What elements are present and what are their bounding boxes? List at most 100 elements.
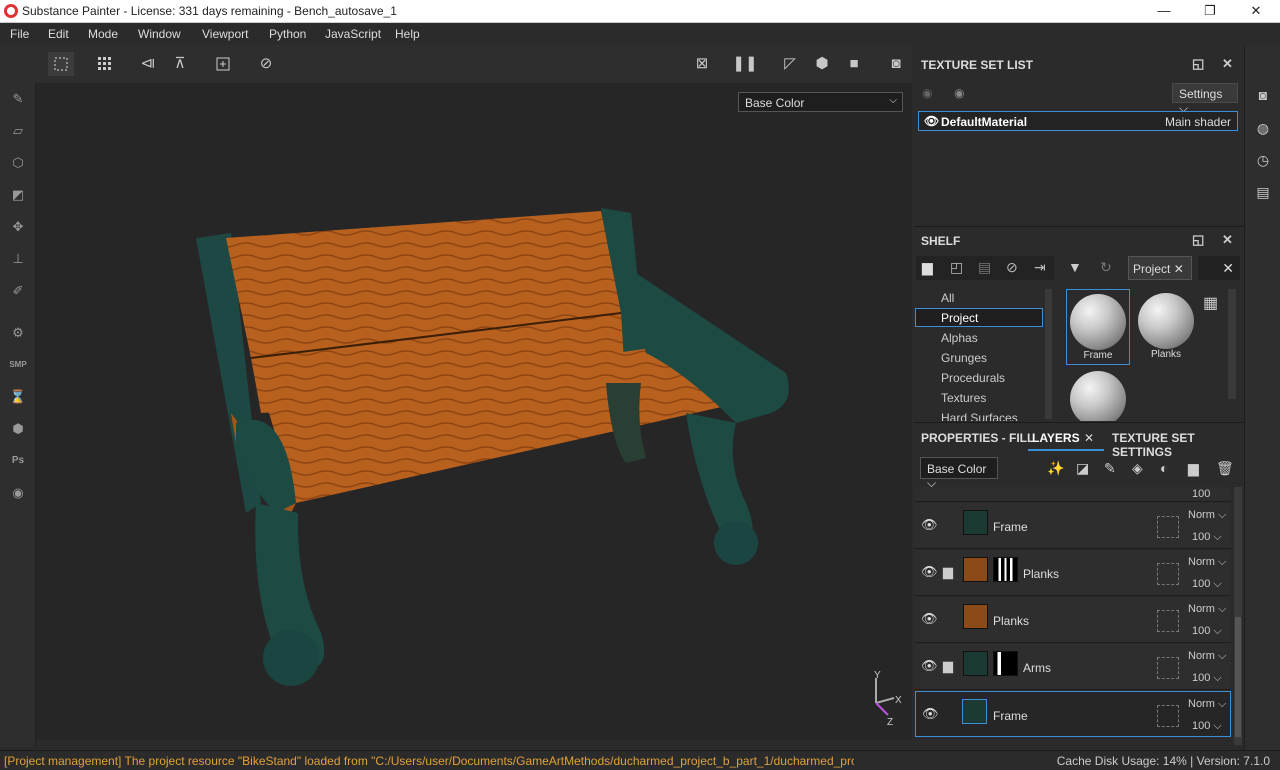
layer-name[interactable]: Planks <box>1023 567 1059 581</box>
history-icon[interactable]: ◷ <box>1254 152 1272 170</box>
layer-row[interactable]: 👁 Frame Norm ⌵ 100 ⌵ <box>915 503 1231 549</box>
mask-slot[interactable] <box>1157 610 1179 632</box>
tab-layers[interactable]: LAYERS <box>1032 431 1080 445</box>
visibility-eye-icon[interactable]: 👁 <box>921 517 938 533</box>
grid-view-icon[interactable]: ▦ <box>1203 293 1218 313</box>
search-input[interactable]: ✕ <box>1198 256 1240 280</box>
blend-mode[interactable]: Norm ⌵ <box>1188 509 1226 522</box>
tab-properties-fill[interactable]: PROPERTIES - FILL <box>921 431 1034 445</box>
visibility-eye-icon[interactable]: 👁 <box>921 658 938 674</box>
menu-viewport[interactable]: Viewport <box>202 27 248 41</box>
filter-icon[interactable]: ▼ <box>1068 259 1082 275</box>
add-effect-icon[interactable]: ✨ <box>1047 460 1064 477</box>
settings-dropdown[interactable]: Settings ⌵ <box>1172 83 1238 115</box>
layer-name[interactable]: Frame <box>993 520 1028 534</box>
category-alphas[interactable]: Alphas <box>941 331 978 345</box>
category-project[interactable]: Project <box>941 311 978 325</box>
screenshot-icon[interactable]: ◙ <box>883 52 909 76</box>
new-item-icon[interactable]: ◰ <box>950 259 963 276</box>
smudge-icon[interactable]: ✥ <box>7 216 29 238</box>
layers-scrollbar[interactable] <box>1234 487 1242 745</box>
delete-layer-icon[interactable]: 🗑 <box>1216 460 1234 477</box>
add-smart-material-icon[interactable]: ◐ <box>1160 460 1168 476</box>
layer-opacity[interactable]: 100 ⌵ <box>1192 578 1222 591</box>
scrollbar-thumb[interactable] <box>1235 617 1241 737</box>
layer-row[interactable]: 👁 ▆ Planks Norm ⌵ 100 ⌵ <box>915 550 1231 596</box>
category-all[interactable]: All <box>941 291 954 305</box>
3d-viewport[interactable]: Base Color ⌵ Y X Z <box>36 83 912 740</box>
layer-opacity[interactable]: 100 ⌵ <box>1192 531 1222 544</box>
close-panel-icon[interactable]: ✕ <box>1222 232 1233 248</box>
blend-mode[interactable]: Norm ⌵ <box>1188 650 1226 663</box>
blend-mode[interactable]: Norm ⌵ <box>1188 698 1226 711</box>
layer-name[interactable]: Planks <box>993 614 1029 628</box>
visibility-eye-icon[interactable]: 👁 <box>924 114 939 128</box>
add-fill-layer-icon[interactable]: ◈ <box>1132 460 1143 477</box>
mask-slot[interactable] <box>1157 705 1179 727</box>
import-icon[interactable]: ⇥ <box>1034 259 1046 276</box>
refresh-icon[interactable]: ↻ <box>1100 259 1112 276</box>
menu-file[interactable]: File <box>10 27 29 41</box>
search-tag[interactable]: Project ✕ <box>1128 256 1192 280</box>
hide-ui-icon[interactable]: ⊠ <box>689 52 715 76</box>
add-folder-icon[interactable]: ▆ <box>1188 460 1199 477</box>
clone-stamp-icon[interactable]: ⊥ <box>7 248 29 270</box>
menu-python[interactable]: Python <box>269 27 306 41</box>
tab-texture-set-settings[interactable]: TEXTURE SET SETTINGS <box>1112 431 1244 459</box>
category-hard-surfaces[interactable]: Hard Surfaces <box>941 411 1018 421</box>
eraser-icon[interactable]: ▱ <box>7 120 29 142</box>
pause-icon[interactable]: ❚❚ <box>732 52 758 76</box>
float-panel-icon[interactable]: ◱ <box>1192 232 1204 248</box>
maximize-button[interactable]: ❐ <box>1187 0 1233 23</box>
log-icon[interactable]: ▤ <box>1254 184 1272 202</box>
add-paint-layer-icon[interactable]: ✎ <box>1104 460 1116 477</box>
add-mask-icon[interactable]: ◪ <box>1076 460 1089 477</box>
projection-icon[interactable]: ⬡ <box>7 152 29 174</box>
category-scrollbar[interactable] <box>1045 289 1052 419</box>
mask-slot[interactable] <box>1157 657 1179 679</box>
paint-brush-icon[interactable]: ✎ <box>7 88 29 110</box>
float-panel-icon[interactable]: ◱ <box>1192 56 1204 72</box>
layer-row[interactable]: 👁 Planks Norm ⌵ 100 ⌵ <box>915 597 1231 643</box>
symmetry-y-icon[interactable]: ⊼ <box>167 52 193 76</box>
layer-row[interactable]: 👁 ▆ Arms Norm ⌵ 100 ⌵ <box>915 644 1231 690</box>
bake-settings-icon[interactable]: ⚙ <box>7 322 29 344</box>
selection-mode-icon[interactable] <box>48 52 74 76</box>
visibility-eye-icon[interactable]: 👁 <box>922 706 939 722</box>
blend-mode[interactable]: Norm ⌵ <box>1188 556 1226 569</box>
display-settings-icon[interactable]: ◙ <box>1254 87 1272 105</box>
folder-icon[interactable]: ▆ <box>943 564 953 580</box>
plugin-icon[interactable]: ◉ <box>7 482 29 504</box>
layer-name[interactable]: Frame <box>993 709 1028 723</box>
category-textures[interactable]: Textures <box>941 391 986 405</box>
minimize-button[interactable]: — <box>1141 0 1187 23</box>
menu-window[interactable]: Window <box>138 27 181 41</box>
mask-slot[interactable] <box>1157 516 1179 538</box>
menu-mode[interactable]: Mode <box>88 27 118 41</box>
grid-select-icon[interactable] <box>92 52 118 76</box>
smp-icon[interactable]: SMP <box>7 354 29 376</box>
menu-javascript[interactable]: JavaScript <box>325 27 381 41</box>
category-procedurals[interactable]: Procedurals <box>941 371 1005 385</box>
blend-mode[interactable]: Norm ⌵ <box>1188 603 1226 616</box>
solo-mesh-icon[interactable]: ⬢ <box>809 52 835 76</box>
eye-icon[interactable]: ◉ <box>954 86 964 100</box>
layer-opacity[interactable]: 100 <box>1192 488 1210 500</box>
menu-help[interactable]: Help <box>395 27 420 41</box>
close-tab-icon[interactable]: ✕ <box>1084 431 1094 445</box>
folder-icon[interactable]: ▆ <box>922 259 933 276</box>
camera-icon[interactable]: ■ <box>841 52 867 76</box>
fit-view-icon[interactable] <box>210 52 236 76</box>
eye-hidden-icon[interactable]: ◉ <box>922 86 932 100</box>
photoshop-icon[interactable]: Ps <box>7 450 29 472</box>
substance-icon[interactable]: ⬢ <box>7 418 29 440</box>
remove-tag-icon[interactable]: ✕ <box>1174 262 1184 276</box>
reset-camera-icon[interactable]: ⊘ <box>253 52 279 76</box>
mask-thumbnail[interactable] <box>993 651 1018 676</box>
texture-set-row[interactable]: 👁 DefaultMaterial Main shader <box>918 111 1238 131</box>
layer-opacity[interactable]: 100 ⌵ <box>1192 720 1222 733</box>
shader-name[interactable]: Main shader <box>1165 115 1231 129</box>
menu-edit[interactable]: Edit <box>48 27 69 41</box>
partial-layer-row[interactable]: 100 <box>915 487 1231 502</box>
layer-channel-select[interactable]: Base Color ⌵ <box>920 457 998 490</box>
